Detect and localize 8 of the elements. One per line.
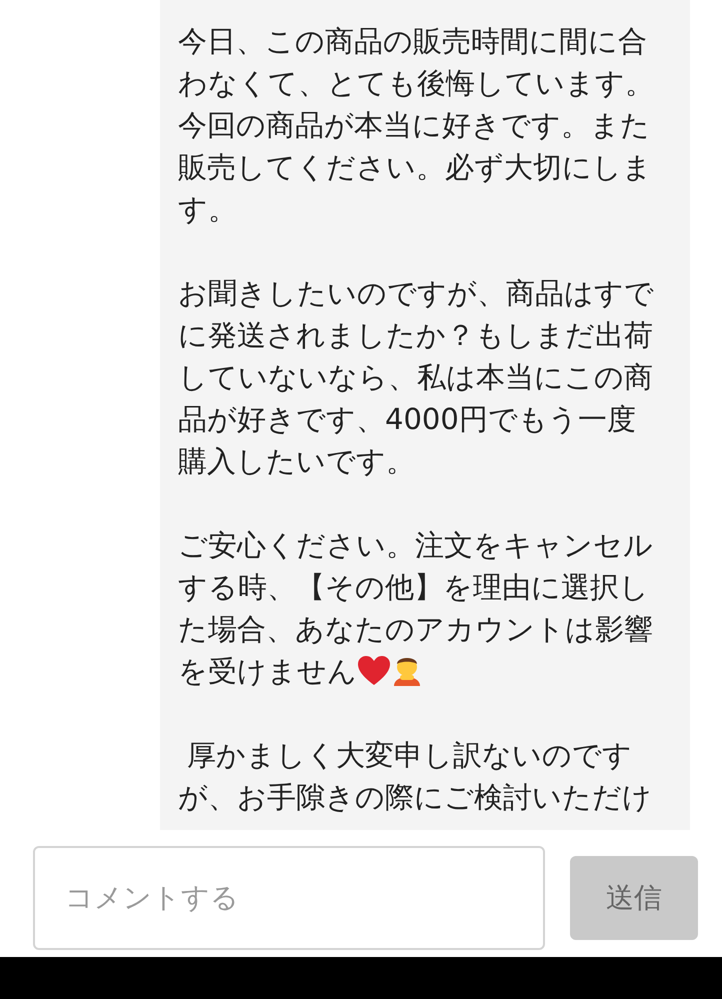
message-text: 厚かましく大変申し訳ないのですが、お手隙きの際にご検討いただけ bbox=[178, 737, 653, 816]
message-text: ご安心ください。注文をキャンセルする時、【その他】を理由に選択した場合、あなたのアカウントは影響を受けません bbox=[178, 527, 654, 690]
message-text: 今日、この商品の販売時間に間に合わなくて、とても後悔しています。今回の商品が本当に好きです。また販売してください。必ず大切にします。 bbox=[178, 23, 655, 228]
send-button[interactable]: 送信 bbox=[570, 856, 698, 940]
comment-field[interactable]: コメントする bbox=[33, 846, 545, 950]
bowing-figure-icon bbox=[391, 656, 423, 686]
heart-icon bbox=[358, 656, 390, 686]
message-text: お聞きしたいのですが、商品はすでに発送されましたか？もしまだ出荷していないなら、私は本当にこの商品が好きです、4000円でもう一度購入したいです。 bbox=[178, 275, 655, 480]
